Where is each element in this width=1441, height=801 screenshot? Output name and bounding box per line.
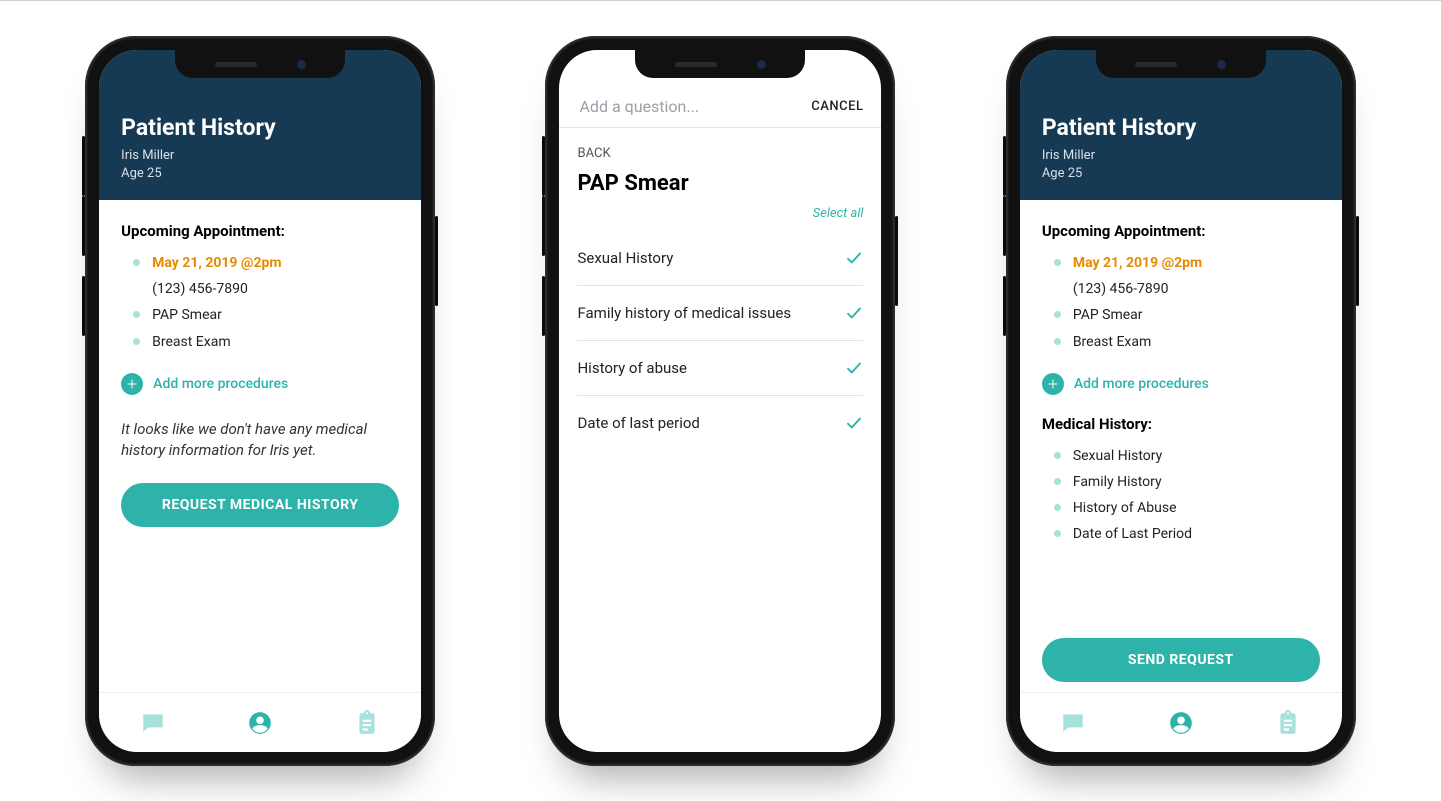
profile-icon — [1168, 710, 1194, 736]
phone-mockup-3: Patient History Iris Miller Age 25 Upcom… — [1006, 36, 1356, 766]
medical-item: Family History — [1073, 473, 1162, 491]
back-button[interactable]: BACK — [559, 128, 881, 161]
plus-icon — [121, 373, 143, 395]
medical-item: Sexual History — [1073, 447, 1162, 465]
question-label: Family history of medical issues — [577, 304, 791, 322]
notch — [1096, 50, 1266, 78]
chat-icon — [1060, 710, 1086, 736]
medical-history-label: Medical History: — [1042, 415, 1320, 433]
tab-clipboard[interactable] — [353, 709, 381, 737]
question-item[interactable]: Date of last period — [577, 396, 863, 450]
add-more-procedures-button[interactable]: Add more procedures — [1042, 367, 1320, 409]
add-more-label: Add more procedures — [153, 376, 288, 392]
medical-item: Date of Last Period — [1073, 525, 1192, 543]
question-item[interactable]: Family history of medical issues — [577, 286, 863, 341]
list-item: May 21, 2019 @2pm — [121, 250, 399, 276]
screen-2: CANCEL BACK PAP Smear Select all Sexual … — [559, 50, 881, 752]
list-item: Family History — [1042, 469, 1320, 495]
tab-profile[interactable] — [246, 709, 274, 737]
add-more-procedures-button[interactable]: Add more procedures — [121, 367, 399, 409]
appointment-phone: (123) 456-7890 — [1073, 280, 1169, 298]
question-list: Sexual History Family history of medical… — [559, 231, 881, 450]
list-item: PAP Smear — [1042, 302, 1320, 328]
list-item: History of Abuse — [1042, 495, 1320, 521]
request-medical-history-button[interactable]: REQUEST MEDICAL HISTORY — [121, 483, 399, 527]
phone-mockup-2: CANCEL BACK PAP Smear Select all Sexual … — [545, 36, 895, 766]
select-all-label: Select all — [813, 206, 864, 221]
appointment-date: May 21, 2019 @2pm — [1073, 254, 1202, 272]
list-item: Sexual History — [1042, 443, 1320, 469]
send-request-button[interactable]: SEND REQUEST — [1042, 638, 1320, 682]
question-item[interactable]: History of abuse — [577, 341, 863, 396]
procedure-name: PAP Smear — [1073, 306, 1143, 324]
tab-bar — [1020, 692, 1342, 752]
list-item: (123) 456-7890 — [1042, 276, 1320, 302]
add-question-input[interactable] — [577, 96, 811, 117]
patient-name: Iris Miller — [121, 147, 399, 165]
appointment-list: May 21, 2019 @2pm (123) 456-7890 PAP Sme… — [1042, 250, 1320, 355]
screen-1: Patient History Iris Miller Age 25 Upcom… — [99, 50, 421, 752]
plus-icon — [1042, 373, 1064, 395]
patient-name: Iris Miller — [1042, 147, 1320, 165]
empty-state-message: It looks like we don't have any medical … — [121, 419, 399, 461]
patient-age: Age 25 — [1042, 165, 1320, 183]
notch — [175, 50, 345, 78]
upcoming-appointment-label: Upcoming Appointment: — [121, 222, 399, 240]
tab-profile[interactable] — [1167, 709, 1195, 737]
page-title: Patient History — [1042, 114, 1320, 141]
medical-history-list: Sexual History Family History History of… — [1042, 443, 1320, 548]
upcoming-appointment-label: Upcoming Appointment: — [1042, 222, 1320, 240]
question-label: History of abuse — [577, 359, 686, 377]
phone-mockup-1: Patient History Iris Miller Age 25 Upcom… — [85, 36, 435, 766]
medical-item: History of Abuse — [1073, 499, 1177, 517]
check-icon — [845, 359, 863, 377]
procedure-name: Breast Exam — [1073, 333, 1151, 351]
procedure-name: Breast Exam — [152, 333, 230, 351]
list-item: Breast Exam — [121, 329, 399, 355]
profile-icon — [247, 710, 273, 736]
page-title: Patient History — [121, 114, 399, 141]
tab-chat[interactable] — [139, 709, 167, 737]
question-item[interactable]: Sexual History — [577, 231, 863, 286]
check-icon — [845, 304, 863, 322]
tab-bar — [99, 692, 421, 752]
question-category-title: PAP Smear — [577, 171, 688, 196]
screen-3: Patient History Iris Miller Age 25 Upcom… — [1020, 50, 1342, 752]
check-icon — [845, 249, 863, 267]
tab-clipboard[interactable] — [1274, 709, 1302, 737]
cancel-button[interactable]: CANCEL — [811, 99, 863, 114]
procedure-name: PAP Smear — [152, 306, 222, 324]
check-icon — [845, 414, 863, 432]
list-item: May 21, 2019 @2pm — [1042, 250, 1320, 276]
list-item: Breast Exam — [1042, 329, 1320, 355]
chat-icon — [140, 710, 166, 736]
clipboard-icon — [1275, 710, 1301, 736]
question-label: Date of last period — [577, 414, 699, 432]
appointment-phone: (123) 456-7890 — [152, 280, 248, 298]
list-item: Date of Last Period — [1042, 521, 1320, 547]
patient-age: Age 25 — [121, 165, 399, 183]
select-all-button[interactable]: Select all — [559, 198, 881, 231]
appointment-date: May 21, 2019 @2pm — [152, 254, 281, 272]
tab-chat[interactable] — [1059, 709, 1087, 737]
question-label: Sexual History — [577, 249, 673, 267]
clipboard-icon — [354, 710, 380, 736]
add-more-label: Add more procedures — [1074, 376, 1209, 392]
list-item: PAP Smear — [121, 302, 399, 328]
appointment-list: May 21, 2019 @2pm (123) 456-7890 PAP Sme… — [121, 250, 399, 355]
list-item: (123) 456-7890 — [121, 276, 399, 302]
notch — [635, 50, 805, 78]
